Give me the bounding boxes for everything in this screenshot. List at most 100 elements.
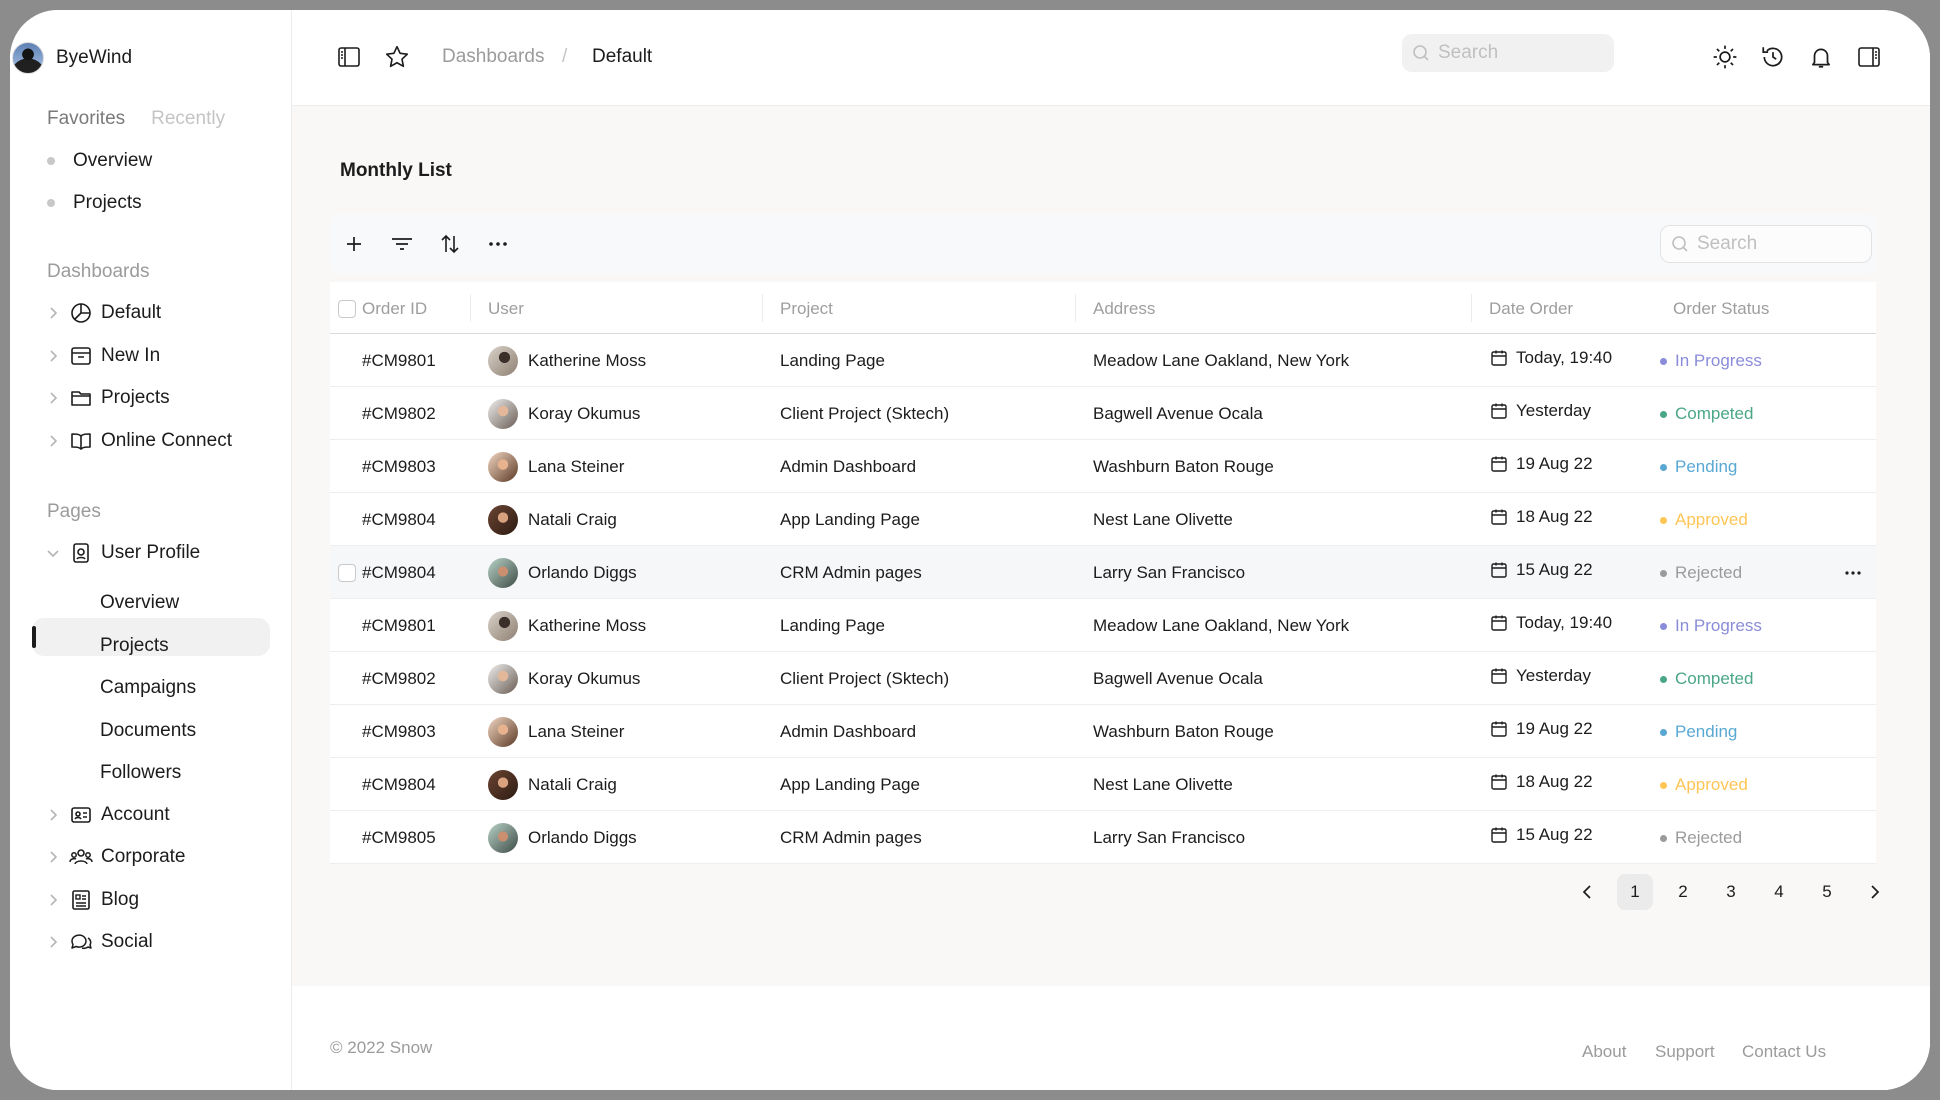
column-header-user[interactable]: User [488,299,524,319]
prev-page-icon[interactable] [1569,874,1605,910]
column-header-project[interactable]: Project [780,299,833,319]
status-dot-icon [1660,781,1667,789]
sidebar: ByeWind Favorites Recently Overview Proj… [10,10,292,1090]
sidebar-item-new-in[interactable]: New In [47,341,160,371]
avatar [488,505,518,535]
user-name: Natali Craig [528,775,617,794]
history-icon[interactable] [1760,44,1786,70]
favorite-item-projects[interactable]: Projects [47,192,142,214]
sidebar-subitem-documents[interactable]: Documents [100,720,196,742]
column-header-order-id[interactable]: Order ID [362,299,427,319]
sort-icon[interactable] [436,230,464,258]
page-4[interactable]: 4 [1761,874,1797,910]
table-body: #CM9801 Katherine Moss Landing Page Meadow … [330,334,1876,864]
bell-icon[interactable] [1808,44,1834,70]
table-row[interactable]: #CM9804 Natali Craig App Landing Page Nest … [330,493,1876,546]
sidebar-item-corporate[interactable]: Corporate [47,842,186,872]
user-cell: Lana Steiner [488,717,624,747]
table-row[interactable]: #CM9801 Katherine Moss Landing Page Meadow … [330,599,1876,652]
project-name: CRM Admin pages [780,828,922,847]
breadcrumb-separator: / [562,46,568,67]
sidebar-item-account[interactable]: Account [47,800,170,830]
sidebar-subitem-projects[interactable]: Projects [100,635,169,657]
status-badge: Pending [1660,722,1737,742]
address: Bagwell Avenue Ocala [1093,669,1263,688]
sidebar-item-social[interactable]: Social [47,927,153,957]
footer-link-about[interactable]: About [1582,1042,1626,1062]
table-row[interactable]: #CM9802 Koray Okumus Client Project (Sktec… [330,652,1876,705]
search-input[interactable] [1438,42,1598,64]
sidebar-item-online-connect[interactable]: Online Connect [47,426,232,456]
page-2[interactable]: 2 [1665,874,1701,910]
column-header-date-order[interactable]: Date Order [1489,299,1573,319]
more-options-icon[interactable] [484,230,512,258]
order-id: #CM9805 [362,828,436,847]
table-row[interactable]: #CM9804 Natali Craig App Landing Page Nest … [330,758,1876,811]
table-row[interactable]: #CM9801 Katherine Moss Landing Page Meadow … [330,334,1876,387]
user-cell: Lana Steiner [488,452,624,482]
chevron-right-icon [47,936,59,948]
user-cell: Orlando Diggs [488,558,637,588]
address: Larry San Francisco [1093,828,1246,847]
order-id: #CM9801 [362,616,436,635]
table-row[interactable]: #CM9804 Orlando Diggs CRM Admin pages Larry… [330,546,1876,599]
user-name: Lana Steiner [528,722,625,741]
page-1[interactable]: 1 [1617,874,1653,910]
status-badge: Pending [1660,457,1737,477]
sidebar-item-label: Blog [101,889,140,910]
row-more-options-icon[interactable] [1840,560,1866,586]
table-row[interactable]: #CM9803 Lana Steiner Admin Dashboard Washbu… [330,440,1876,493]
page-5[interactable]: 5 [1809,874,1845,910]
footer-link-support[interactable]: Support [1655,1042,1715,1062]
tab-recently[interactable]: Recently [151,108,225,130]
table-row[interactable]: #CM9802 Koray Okumus Client Project (Sktec… [330,387,1876,440]
date-order: 18 Aug 22 [1516,772,1593,791]
avatar [488,717,518,747]
column-divider [762,294,763,322]
sidebar-subitem-followers[interactable]: Followers [100,762,181,784]
filter-icon[interactable] [388,230,416,258]
date-order: Yesterday [1516,666,1591,685]
sun-icon[interactable] [1712,44,1738,70]
sidebar-item-user-profile[interactable]: User Profile [47,538,200,568]
sidebar-item-label: Online Connect [101,430,232,451]
page-3[interactable]: 3 [1713,874,1749,910]
row-checkbox[interactable] [338,564,356,582]
sidebar-subitem-overview[interactable]: Overview [100,592,179,614]
breadcrumb-dashboards[interactable]: Dashboards [442,46,544,68]
date-cell: Today, 19:40 [1490,613,1612,633]
sidebar-item-default[interactable]: Default [47,298,161,328]
app-window: ByeWind Favorites Recently Overview Proj… [10,10,1930,1090]
table-search-input[interactable] [1697,233,1857,255]
date-order: 19 Aug 22 [1516,454,1593,473]
project-name: Admin Dashboard [780,457,917,476]
top-search[interactable] [1402,34,1614,72]
favorite-item-overview[interactable]: Overview [47,150,152,172]
column-header-address[interactable]: Address [1093,299,1155,319]
sidebar-item-label: New In [101,345,161,366]
status-label: Pending [1675,457,1738,476]
table-row[interactable]: #CM9805 Orlando Diggs CRM Admin pages Larry… [330,811,1876,864]
tab-favorites[interactable]: Favorites [47,108,125,130]
sidebar-subitem-campaigns[interactable]: Campaigns [100,677,196,699]
status-dot-icon [1660,463,1667,471]
pages-section-title: Pages [47,501,101,522]
add-icon[interactable] [340,230,368,258]
star-icon[interactable] [384,44,410,70]
right-panel-icon[interactable] [1856,44,1882,70]
brand[interactable]: ByeWind [12,42,132,74]
toggle-sidebar-icon[interactable] [336,44,362,70]
order-id: #CM9804 [362,563,436,582]
table-row[interactable]: #CM9803 Lana Steiner Admin Dashboard Washbu… [330,705,1876,758]
select-all-checkbox[interactable] [338,300,356,318]
table-search[interactable] [1660,225,1872,263]
main-content: Monthly List Order ID User Project Addre… [292,106,1930,1090]
breadcrumb-current[interactable]: Default [592,46,652,68]
column-header-order-status[interactable]: Order Status [1673,299,1769,319]
sidebar-item-blog[interactable]: Blog [47,885,139,915]
address: Larry San Francisco [1093,563,1246,582]
next-page-icon[interactable] [1857,874,1893,910]
sidebar-item-projects[interactable]: Projects [47,383,170,413]
user-name: Koray Okumus [528,669,641,688]
footer-link-contact[interactable]: Contact Us [1742,1042,1826,1062]
